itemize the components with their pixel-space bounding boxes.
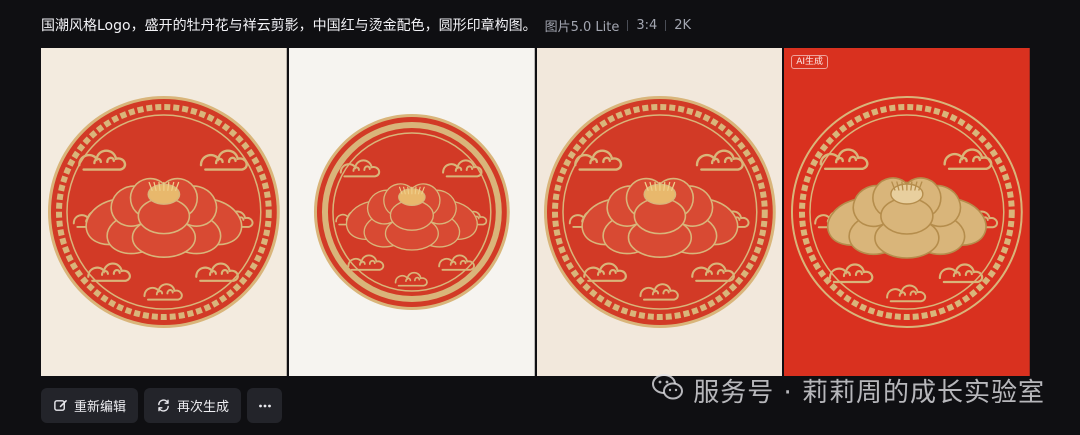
re-edit-label: 重新编辑 (74, 400, 127, 415)
meta-divider (627, 19, 629, 31)
seal-emblem (47, 96, 280, 328)
result-image-4[interactable]: AI生成 (784, 48, 1030, 376)
meta-divider (665, 19, 667, 31)
generation-meta: 图片5.0 Lite 3:4 2K (545, 16, 691, 35)
model-label: 图片5.0 Lite (544, 19, 620, 35)
generation-header: 国潮风格Logo，盛开的牡丹花与祥云剪影，中国红与烫金配色，圆形印章构图。 图片… (41, 14, 691, 36)
ai-generated-badge: AI生成 (791, 55, 829, 69)
edit-icon (53, 398, 68, 413)
re-edit-button[interactable]: 重新编辑 (41, 388, 139, 423)
regenerate-button[interactable]: 再次生成 (144, 388, 242, 423)
watermark-text: 服务号 · 莉莉周的成长实验室 (693, 378, 1045, 408)
result-image-3[interactable] (536, 48, 783, 376)
peony-seal-image (288, 48, 535, 376)
prompt-text: 国潮风格Logo，盛开的牡丹花与祥云剪影，中国红与烫金配色，圆形印章构图。 (41, 18, 537, 34)
regenerate-label: 再次生成 (177, 400, 230, 415)
peony-seal-image (41, 48, 287, 376)
seal-emblem (313, 114, 510, 310)
watermark: 服务号 · 莉莉周的成长实验室 (651, 372, 1045, 409)
resolution-label: 2K (674, 17, 692, 33)
wechat-icon (651, 372, 685, 409)
refresh-icon (156, 398, 171, 413)
generation-result-panel: 国潮风格Logo，盛开的牡丹花与祥云剪影，中国红与烫金配色，圆形印章构图。 图片… (0, 0, 1080, 435)
ratio-label: 3:4 (636, 17, 658, 33)
image-results-row: AI生成 (41, 48, 1030, 376)
more-options-button[interactable] (247, 388, 283, 423)
peony-seal-image (536, 48, 783, 376)
seal-emblem (543, 96, 776, 328)
action-toolbar: 重新编辑 再次生成 (41, 388, 283, 423)
result-image-1[interactable] (41, 48, 287, 376)
result-image-2[interactable] (288, 48, 535, 376)
more-icon (257, 398, 273, 414)
peony-seal-image (784, 48, 1030, 376)
